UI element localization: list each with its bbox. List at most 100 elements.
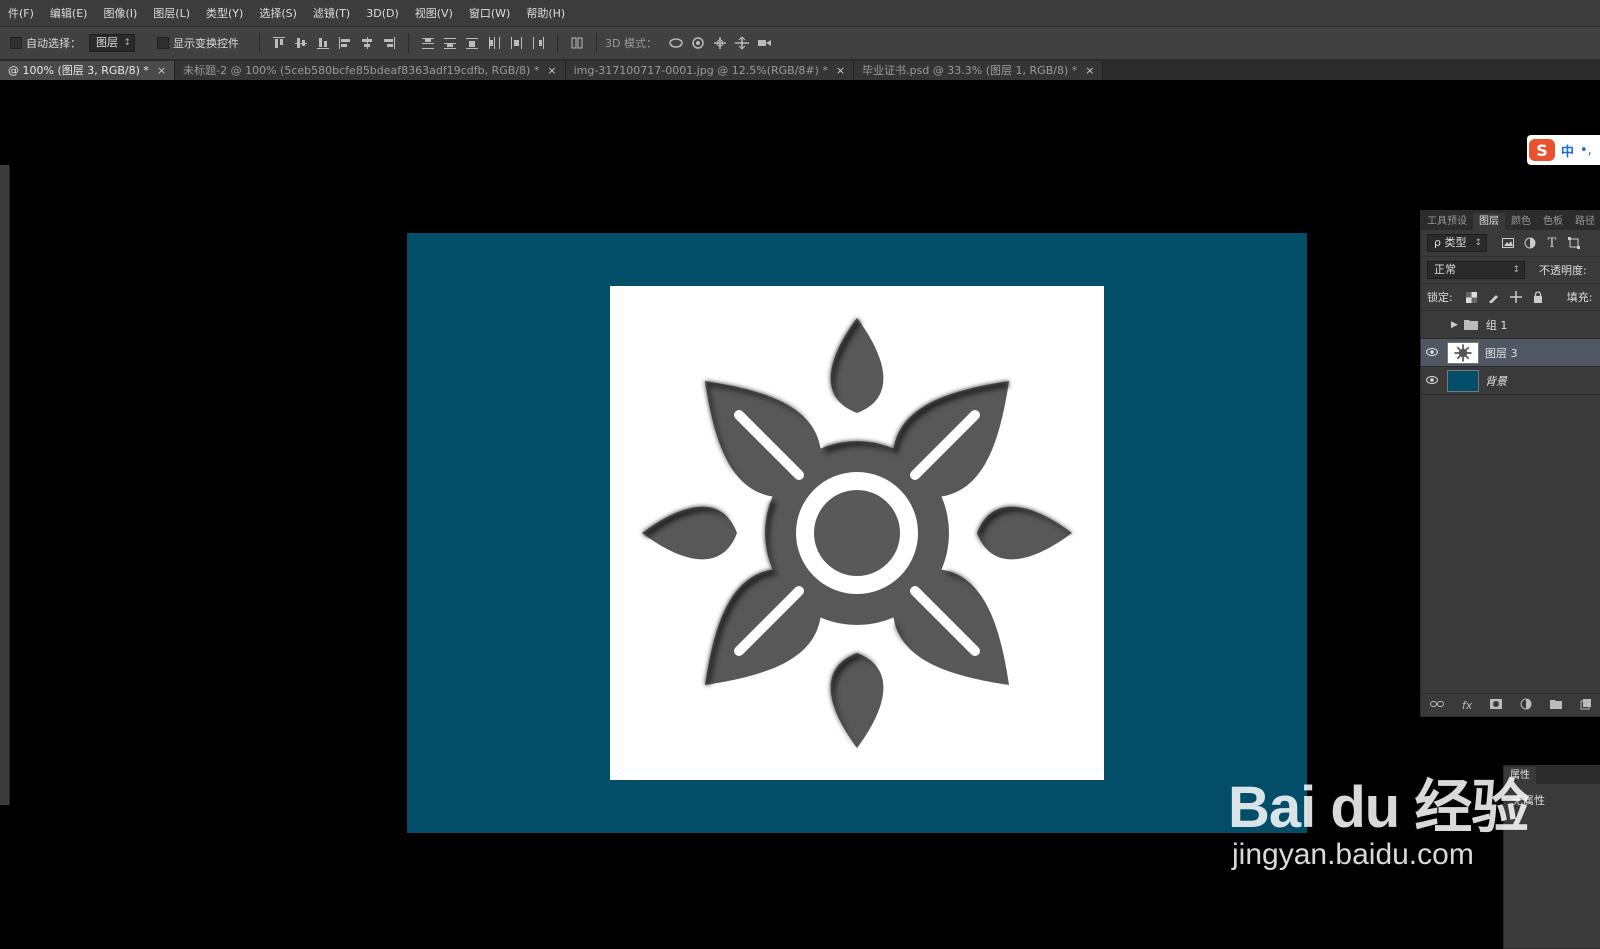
filter-image-icon[interactable] bbox=[1499, 234, 1517, 252]
options-bar: 自动选择： 图层 显示变换控件 3D 模式： bbox=[0, 27, 1600, 60]
auto-select-checkbox[interactable] bbox=[10, 37, 22, 49]
layer-name: 图层 3 bbox=[1485, 346, 1518, 360]
layer-list: ▶ 组 1 图层 3 背景 bbox=[1421, 311, 1600, 395]
close-tab-icon[interactable]: × bbox=[157, 61, 166, 80]
align-right-icon[interactable] bbox=[380, 34, 398, 52]
flower-ornament bbox=[642, 318, 1072, 748]
folder-icon bbox=[1463, 319, 1478, 330]
tools-panel-edge[interactable] bbox=[0, 165, 10, 805]
layer-style-fx-icon[interactable]: fx bbox=[1462, 699, 1472, 712]
3d-roll-icon[interactable] bbox=[689, 34, 707, 52]
document-tab[interactable]: 未标题-2 @ 100% (5ceb580bcfe85bdeaf8363adf1… bbox=[175, 61, 566, 80]
document-tab[interactable]: 毕业证书.psd @ 33.3% (图层 1, RGB/8) * × bbox=[854, 61, 1104, 80]
white-square-layer bbox=[610, 286, 1104, 780]
document-canvas[interactable] bbox=[407, 233, 1307, 833]
panel-tab[interactable]: 图层 bbox=[1473, 213, 1505, 230]
distribute-left-icon[interactable] bbox=[485, 34, 503, 52]
divider bbox=[408, 33, 409, 53]
document-tab-bar: @ 100% (图层 3, RGB/8) * × 未标题-2 @ 100% (5ce… bbox=[0, 60, 1600, 80]
3d-rotate-icon[interactable] bbox=[667, 34, 685, 52]
document-tab-label: @ 100% (图层 3, RGB/8) * bbox=[8, 64, 149, 77]
layer-row[interactable]: 图层 3 bbox=[1421, 339, 1600, 367]
distribute-vcenter-icon[interactable] bbox=[441, 34, 459, 52]
panel-tab[interactable]: 工具预设 bbox=[1421, 213, 1473, 230]
3d-mode-label: 3D 模式： bbox=[605, 37, 657, 50]
menu-item[interactable]: 3D(D) bbox=[358, 7, 407, 20]
layers-panel: 工具预设图层颜色色板路径 ρ 类型 T 正常 不透明度: 锁定: 填充: ▶ 组 … bbox=[1420, 210, 1600, 717]
visibility-eye-icon[interactable] bbox=[1421, 346, 1443, 359]
ime-punctuation[interactable]: •, bbox=[1580, 143, 1592, 158]
opacity-label: 不透明度: bbox=[1539, 264, 1587, 277]
menu-item[interactable]: 图像(I) bbox=[95, 5, 145, 21]
menu-item[interactable]: 视图(V) bbox=[407, 5, 461, 21]
link-layers-icon[interactable] bbox=[1429, 699, 1444, 712]
menu-item[interactable]: 帮助(H) bbox=[518, 5, 573, 21]
divider bbox=[596, 33, 597, 53]
filter-adjustment-icon[interactable] bbox=[1521, 234, 1539, 252]
panel-tabs: 工具预设 图层 颜色 色板 路径 bbox=[1421, 211, 1600, 230]
align-bottom-icon[interactable] bbox=[314, 34, 332, 52]
blend-mode-select[interactable]: 正常 bbox=[1427, 261, 1525, 279]
menu-item[interactable]: 类型(Y) bbox=[198, 5, 251, 21]
lock-transparent-icon[interactable] bbox=[1463, 288, 1481, 306]
menu-item[interactable]: 编辑(E) bbox=[42, 5, 96, 21]
auto-select-dropdown[interactable]: 图层 bbox=[89, 34, 135, 52]
layer-row[interactable]: ▶ 组 1 bbox=[1421, 311, 1600, 339]
visibility-eye-icon[interactable] bbox=[1421, 374, 1443, 387]
divider bbox=[259, 33, 260, 53]
show-transform-checkbox[interactable] bbox=[157, 37, 169, 49]
filter-type-icon[interactable]: T bbox=[1543, 234, 1561, 252]
menu-item[interactable]: 图层(L) bbox=[145, 5, 198, 21]
filter-shape-icon[interactable] bbox=[1565, 234, 1583, 252]
document-tab-label: img-317100717-0001.jpg @ 12.5%(RGB/8#) * bbox=[573, 64, 828, 77]
layer-name: 组 1 bbox=[1485, 318, 1508, 332]
menu-item[interactable]: 选择(S) bbox=[251, 5, 305, 21]
align-vcenter-icon[interactable] bbox=[292, 34, 310, 52]
layer-row[interactable]: 背景 bbox=[1421, 367, 1600, 395]
distribute-bottom-icon[interactable] bbox=[463, 34, 481, 52]
divider bbox=[557, 33, 558, 53]
align-left-icon[interactable] bbox=[336, 34, 354, 52]
distribute-top-icon[interactable] bbox=[419, 34, 437, 52]
lock-all-icon[interactable] bbox=[1529, 288, 1547, 306]
expand-arrow-icon[interactable]: ▶ bbox=[1451, 320, 1458, 330]
distribute-hcenter-icon[interactable] bbox=[507, 34, 525, 52]
layer-thumbnail bbox=[1447, 369, 1479, 392]
document-tab-label: 毕业证书.psd @ 33.3% (图层 1, RGB/8) * bbox=[862, 64, 1078, 77]
new-layer-icon[interactable] bbox=[1580, 698, 1592, 713]
adjustment-layer-icon[interactable] bbox=[1520, 698, 1532, 713]
close-tab-icon[interactable]: × bbox=[1085, 61, 1094, 80]
align-hcenter-icon[interactable] bbox=[358, 34, 376, 52]
lock-position-icon[interactable] bbox=[1507, 288, 1525, 306]
ime-language[interactable]: 中 bbox=[1561, 141, 1574, 160]
layer-filter-select[interactable]: ρ 类型 bbox=[1427, 234, 1487, 252]
3d-scale-icon[interactable] bbox=[755, 34, 773, 52]
panel-tab[interactable]: 色板 bbox=[1537, 213, 1569, 230]
close-tab-icon[interactable]: × bbox=[547, 61, 556, 80]
auto-select-label: 自动选择： bbox=[26, 37, 81, 50]
distribute-right-icon[interactable] bbox=[529, 34, 547, 52]
menu-item[interactable]: 窗口(W) bbox=[461, 5, 518, 21]
layer-mask-icon[interactable] bbox=[1490, 698, 1503, 712]
panel-tab[interactable]: 路径 bbox=[1569, 213, 1600, 230]
3d-slide-icon[interactable] bbox=[733, 34, 751, 52]
watermark-logo: Bai du 经验 bbox=[1228, 775, 1529, 840]
lock-pixels-icon[interactable] bbox=[1485, 288, 1503, 306]
menu-bar: 件(F) 编辑(E) 图像(I) 图层(L) 类型(Y) 选择(S) 滤镜(T) 3D(D) 视… bbox=[0, 0, 1600, 27]
sogou-logo-icon: S bbox=[1529, 139, 1555, 161]
baidu-jingyan-watermark: Bai du 经验 jingyan.baidu.com bbox=[1228, 775, 1529, 872]
blend-row: 正常 不透明度: bbox=[1421, 257, 1600, 284]
menu-item[interactable]: 滤镜(T) bbox=[305, 5, 358, 21]
ime-indicator[interactable]: S 中 •, bbox=[1527, 135, 1600, 165]
new-group-icon[interactable] bbox=[1550, 699, 1563, 712]
3d-pan-icon[interactable] bbox=[711, 34, 729, 52]
close-tab-icon[interactable]: × bbox=[836, 61, 845, 80]
auto-align-icon[interactable] bbox=[568, 34, 586, 52]
menu-item[interactable]: 件(F) bbox=[0, 5, 42, 21]
align-top-icon[interactable] bbox=[270, 34, 288, 52]
panel-tab[interactable]: 颜色 bbox=[1505, 213, 1537, 230]
lock-row: 锁定: 填充: bbox=[1421, 284, 1600, 311]
document-tab[interactable]: @ 100% (图层 3, RGB/8) * × bbox=[0, 61, 176, 80]
watermark-url: jingyan.baidu.com bbox=[1232, 838, 1474, 871]
document-tab[interactable]: img-317100717-0001.jpg @ 12.5%(RGB/8#) *… bbox=[565, 61, 855, 80]
